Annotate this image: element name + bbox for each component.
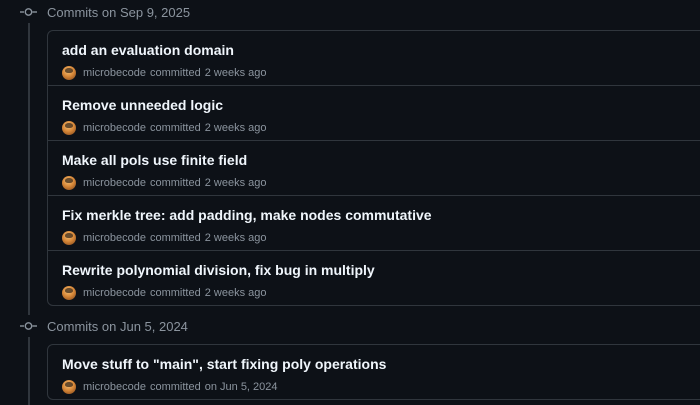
commit-row[interactable]: Fix merkle tree: add padding, make nodes… [48, 196, 700, 251]
commit-row[interactable]: Move stuff to "main", start fixing poly … [48, 345, 700, 399]
commit-title-link[interactable]: add an evaluation domain [62, 41, 692, 59]
commit-meta: microbecode committed 2 weeks ago [62, 285, 692, 301]
commit-author-link[interactable]: microbecode [83, 67, 146, 79]
commit-title-link[interactable]: Remove unneeded logic [62, 96, 692, 114]
git-commit-icon [20, 317, 37, 335]
commit-meta: microbecode committed 2 weeks ago [62, 230, 692, 246]
commit-row[interactable]: Make all pols use finite field microbeco… [48, 141, 700, 196]
commit-group-header: Commits on Jun 5, 2024 [20, 315, 188, 337]
commit-timestamp: 2 weeks ago [204, 67, 267, 79]
commit-verb: committed [149, 381, 201, 393]
avatar[interactable] [62, 286, 76, 300]
commit-timestamp: 2 weeks ago [204, 122, 267, 134]
commit-list: Move stuff to "main", start fixing poly … [47, 344, 700, 400]
commit-verb: committed [149, 67, 201, 79]
commit-author-link[interactable]: microbecode [83, 287, 146, 299]
commit-row[interactable]: add an evaluation domain microbecode com… [48, 31, 700, 86]
commit-timestamp: 2 weeks ago [204, 287, 267, 299]
commit-timestamp: 2 weeks ago [204, 232, 267, 244]
commit-meta: microbecode committed on Jun 5, 2024 [62, 379, 692, 395]
commit-row[interactable]: Remove unneeded logic microbecode commit… [48, 86, 700, 141]
commit-verb: committed [149, 122, 201, 134]
commit-title-link[interactable]: Move stuff to "main", start fixing poly … [62, 355, 692, 373]
commit-timestamp: 2 weeks ago [204, 177, 267, 189]
commit-author-link[interactable]: microbecode [83, 381, 146, 393]
commit-author-link[interactable]: microbecode [83, 232, 146, 244]
commit-meta: microbecode committed 2 weeks ago [62, 65, 692, 81]
commit-verb: committed [149, 287, 201, 299]
avatar[interactable] [62, 176, 76, 190]
avatar[interactable] [62, 231, 76, 245]
timeline-line [28, 22, 30, 405]
commit-title-link[interactable]: Fix merkle tree: add padding, make nodes… [62, 206, 692, 224]
commit-author-link[interactable]: microbecode [83, 177, 146, 189]
commit-title-link[interactable]: Rewrite polynomial division, fix bug in … [62, 261, 692, 279]
commit-timestamp: on Jun 5, 2024 [204, 381, 278, 393]
commit-meta: microbecode committed 2 weeks ago [62, 120, 692, 136]
commit-author-link[interactable]: microbecode [83, 122, 146, 134]
commit-group-title: Commits on Jun 5, 2024 [47, 318, 188, 334]
commit-list: add an evaluation domain microbecode com… [47, 30, 700, 306]
avatar[interactable] [62, 121, 76, 135]
avatar[interactable] [62, 380, 76, 394]
commit-group-title: Commits on Sep 9, 2025 [47, 4, 191, 20]
avatar[interactable] [62, 66, 76, 80]
commit-meta: microbecode committed 2 weeks ago [62, 175, 692, 191]
commit-verb: committed [149, 177, 201, 189]
commit-verb: committed [149, 232, 201, 244]
commit-group-header: Commits on Sep 9, 2025 [20, 1, 191, 23]
commit-row[interactable]: Rewrite polynomial division, fix bug in … [48, 251, 700, 305]
git-commit-icon [20, 3, 37, 21]
commit-title-link[interactable]: Make all pols use finite field [62, 151, 692, 169]
